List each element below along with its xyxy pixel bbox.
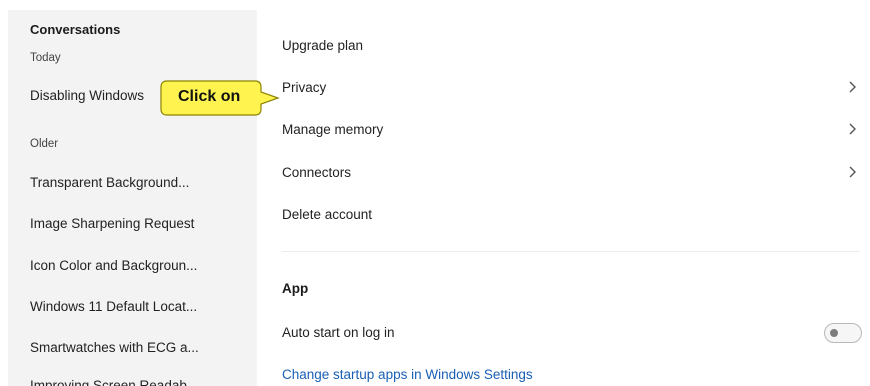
app-section-title: App: [282, 281, 309, 296]
chevron-right-icon: [849, 81, 856, 93]
section-divider: [282, 251, 860, 252]
chevron-right-icon: [849, 166, 856, 178]
auto-start-toggle[interactable]: [824, 323, 862, 343]
auto-start-row: Auto start on log in: [282, 315, 870, 353]
delete-account-label: Delete account: [282, 207, 373, 222]
privacy-label: Privacy: [282, 80, 327, 95]
conversation-item[interactable]: Windows 11 Default Locat...: [30, 299, 197, 314]
privacy-row[interactable]: Privacy: [282, 70, 870, 108]
conversation-item[interactable]: Icon Color and Backgroun...: [30, 258, 197, 273]
connectors-row[interactable]: Connectors: [282, 155, 870, 193]
conversation-item[interactable]: Disabling Windows: [30, 88, 144, 103]
conversations-sidebar: Conversations Today Disabling Windows Ol…: [8, 10, 256, 386]
toggle-knob: [830, 329, 838, 337]
delete-account-row[interactable]: Delete account: [282, 197, 870, 235]
conversation-item[interactable]: Smartwatches with ECG a...: [30, 340, 199, 355]
conversation-item[interactable]: Improving Screen Readab...: [30, 378, 198, 386]
conversations-heading: Conversations: [30, 22, 121, 37]
connectors-label: Connectors: [282, 165, 352, 180]
upgrade-plan-row[interactable]: Upgrade plan: [282, 28, 870, 66]
section-today-label: Today: [30, 52, 61, 64]
section-older-label: Older: [30, 138, 59, 150]
manage-memory-label: Manage memory: [282, 122, 384, 137]
manage-memory-row[interactable]: Manage memory: [282, 112, 870, 150]
auto-start-label: Auto start on log in: [282, 325, 395, 340]
callout-text: Click on: [178, 88, 241, 105]
conversation-item[interactable]: Image Sharpening Request: [30, 216, 194, 231]
startup-apps-link[interactable]: Change startup apps in Windows Settings: [282, 367, 533, 382]
settings-window: Conversations Today Disabling Windows Ol…: [8, 10, 870, 386]
settings-panel: Upgrade plan Privacy Manage memory Conne…: [257, 10, 870, 386]
upgrade-plan-label: Upgrade plan: [282, 38, 364, 53]
chevron-right-icon: [849, 123, 856, 135]
click-on-callout: Click on: [160, 80, 280, 116]
conversation-item[interactable]: Transparent Background...: [30, 175, 189, 190]
